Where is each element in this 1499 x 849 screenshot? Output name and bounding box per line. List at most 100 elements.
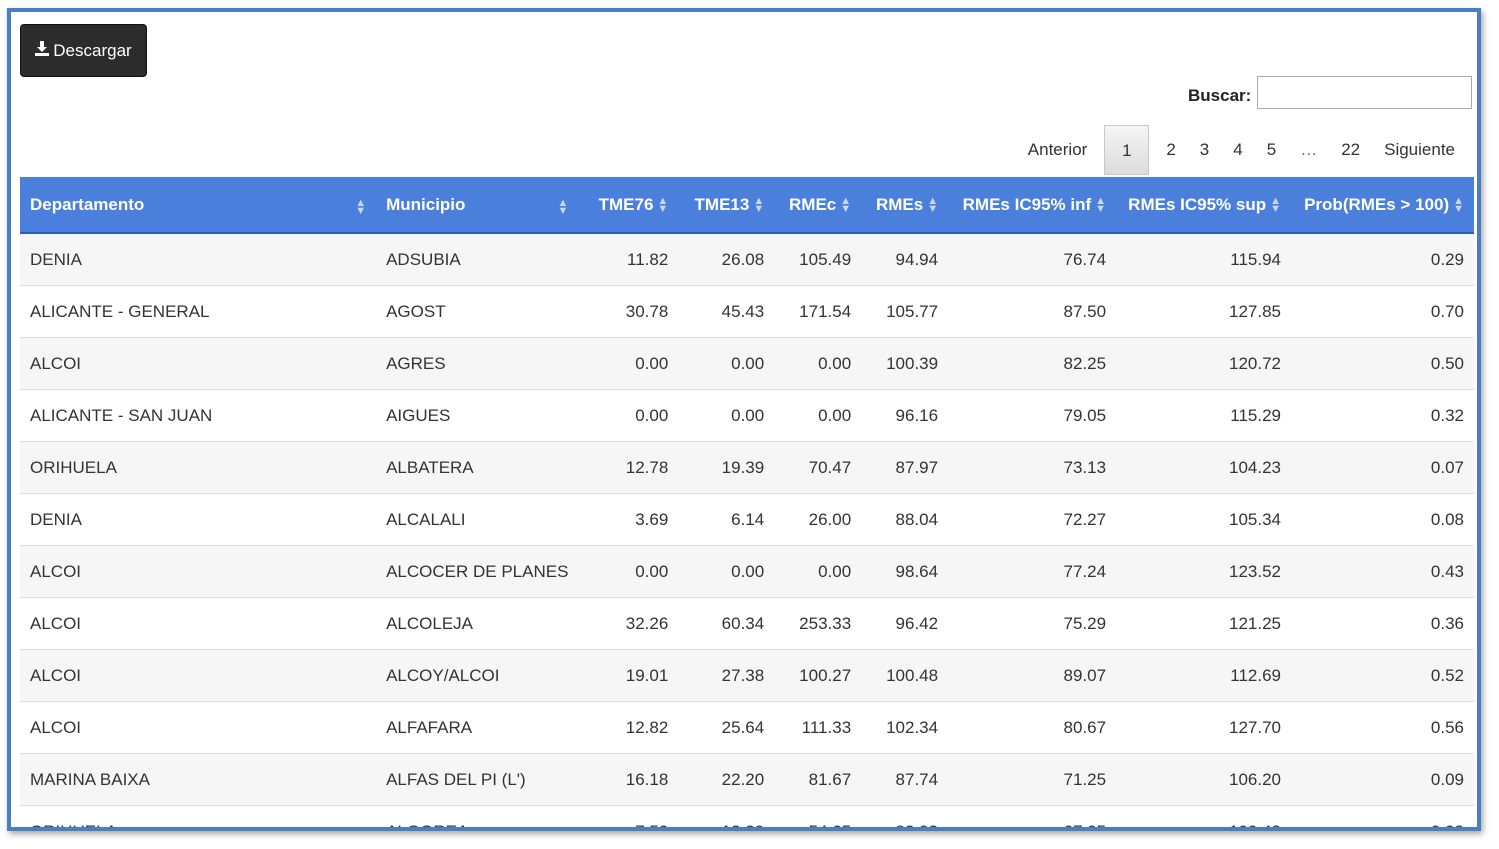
cell-prob-rmes: 0.29 xyxy=(1291,232,1474,286)
table-row: ALCOI ALCOCER DE PLANES 0.00 0.00 0.00 98.64 7… xyxy=(20,545,1474,598)
cell-prob-rmes: 0.07 xyxy=(1291,441,1474,494)
cell-tme13: 60.34 xyxy=(678,597,775,650)
cell-departamento: ALCOI xyxy=(20,545,377,598)
table-row: ORIHUELA ALGOREA 7.50 13.29 54.65 82.93 67.05 1… xyxy=(20,805,1474,827)
sort-icon: ▲ ▼ xyxy=(927,195,939,216)
cell-rmes-ic95-inf: 80.67 xyxy=(948,701,1117,754)
results-table: Departamento ▲ ▼ Municipio ▲ ▼ TME76 ▲ ▼ TME13 ▲ ▼ R… xyxy=(20,177,1474,827)
table-header-row: Departamento ▲ ▼ Municipio ▲ ▼ TME76 ▲ ▼ TME13 ▲ ▼ R… xyxy=(20,177,1474,234)
cell-tme13: 13.29 xyxy=(678,805,775,827)
cell-municipio: ALGOREA xyxy=(376,805,579,827)
cell-tme13: 0.00 xyxy=(678,545,775,598)
cell-municipio: ALCOCER DE PLANES xyxy=(376,545,579,598)
column-header-label: Departamento xyxy=(30,194,145,214)
cell-tme76: 11.82 xyxy=(578,232,679,286)
table-row: ALICANTE - SAN JUAN AIGUES 0.00 0.00 0.00 96.… xyxy=(20,389,1474,442)
column-header-departamento[interactable]: Departamento ▲ ▼ xyxy=(20,177,377,234)
cell-rmes-ic95-sup: 123.52 xyxy=(1116,545,1291,598)
cell-tme13: 45.43 xyxy=(678,285,775,338)
column-header-rmes-ic95-sup[interactable]: RMEs IC95% sup ▲ ▼ xyxy=(1116,177,1291,234)
cell-prob-rmes: 0.70 xyxy=(1291,285,1474,338)
cell-prob-rmes: 0.56 xyxy=(1291,701,1474,754)
cell-tme13: 6.14 xyxy=(678,493,775,546)
cell-tme76: 3.69 xyxy=(578,493,679,546)
cell-tme76: 32.26 xyxy=(578,597,679,650)
cell-municipio: ADSUBIA xyxy=(376,232,579,286)
cell-tme76: 16.18 xyxy=(578,753,679,806)
sort-icon: ▲ ▼ xyxy=(355,197,367,217)
table-row: DENIA ALCALALI 3.69 6.14 26.00 88.04 72.27 105.… xyxy=(20,493,1474,546)
cell-rmes-ic95-sup: 120.72 xyxy=(1116,337,1291,390)
cell-departamento: ALCOI xyxy=(20,337,377,390)
sort-icon: ▲ ▼ xyxy=(753,195,765,216)
cell-tme76: 12.78 xyxy=(578,441,679,494)
cell-rmec: 253.33 xyxy=(774,597,862,650)
cell-rmes-ic95-inf: 71.25 xyxy=(948,753,1117,806)
column-header-tme76[interactable]: TME76 ▲ ▼ xyxy=(578,177,679,234)
cell-rmec: 0.00 xyxy=(774,337,862,390)
column-header-municipio[interactable]: Municipio ▲ ▼ xyxy=(376,177,579,234)
cell-prob-rmes: 0.52 xyxy=(1291,649,1474,702)
cell-municipio: AIGUES xyxy=(376,389,579,442)
column-header-tme13[interactable]: TME13 ▲ ▼ xyxy=(678,177,775,234)
pagination-page-4[interactable]: 4 xyxy=(1221,125,1254,175)
column-header-label: Prob(RMEs > 100) xyxy=(1304,194,1450,214)
column-header-rmes-ic95-inf[interactable]: RMEs IC95% inf ▲ ▼ xyxy=(948,177,1117,234)
pagination-page-2[interactable]: 2 xyxy=(1154,125,1187,175)
column-header-label: RMEs IC95% sup xyxy=(1128,194,1267,214)
cell-tme76: 12.82 xyxy=(578,701,679,754)
cell-rmes: 94.94 xyxy=(861,232,949,286)
app-frame: Descargar Buscar: Anterior 1 2 3 4 5 … 2… xyxy=(7,8,1481,831)
cell-prob-rmes: 0.36 xyxy=(1291,597,1474,650)
cell-municipio: ALFAS DEL PI (L') xyxy=(376,753,579,806)
search-input[interactable] xyxy=(1257,76,1472,109)
cell-departamento: ALICANTE - SAN JUAN xyxy=(20,389,377,442)
cell-rmec: 0.00 xyxy=(774,545,862,598)
cell-prob-rmes: 0.09 xyxy=(1291,753,1474,806)
column-header-prob-rmes[interactable]: Prob(RMEs > 100) ▲ ▼ xyxy=(1291,177,1474,234)
column-header-rmes[interactable]: RMEs ▲ ▼ xyxy=(861,177,949,234)
cell-tme13: 27.38 xyxy=(678,649,775,702)
cell-rmes-ic95-inf: 76.74 xyxy=(948,232,1117,286)
cell-rmec: 105.49 xyxy=(774,232,862,286)
cell-tme76: 19.01 xyxy=(578,649,679,702)
cell-rmes-ic95-sup: 106.20 xyxy=(1116,753,1291,806)
pagination-page-1[interactable]: 1 xyxy=(1104,125,1150,175)
column-header-label: RMEc xyxy=(789,194,837,214)
table-row: MARINA BAIXA ALFAS DEL PI (L') 16.18 22.20 8… xyxy=(20,753,1474,806)
cell-departamento: ALCOI xyxy=(20,701,377,754)
cell-municipio: ALCALALI xyxy=(376,493,579,546)
cell-departamento: ORIHUELA xyxy=(20,805,377,827)
cell-tme13: 19.39 xyxy=(678,441,775,494)
sort-icon: ▲ ▼ xyxy=(657,195,669,216)
cell-rmes-ic95-inf: 75.29 xyxy=(948,597,1117,650)
pagination-next[interactable]: Siguiente xyxy=(1372,125,1467,175)
cell-rmes: 98.64 xyxy=(861,545,949,598)
cell-rmes-ic95-inf: 87.50 xyxy=(948,285,1117,338)
download-button[interactable]: Descargar xyxy=(20,24,147,77)
cell-rmes-ic95-sup: 121.25 xyxy=(1116,597,1291,650)
cell-rmes: 100.39 xyxy=(861,337,949,390)
pagination-page-3[interactable]: 3 xyxy=(1188,125,1221,175)
cell-rmes-ic95-sup: 100.43 xyxy=(1116,805,1291,827)
cell-rmes-ic95-sup: 127.85 xyxy=(1116,285,1291,338)
cell-rmes: 102.34 xyxy=(861,701,949,754)
cell-rmes: 87.74 xyxy=(861,753,949,806)
cell-tme76: 0.00 xyxy=(578,545,679,598)
cell-prob-rmes: 0.08 xyxy=(1291,493,1474,546)
cell-rmes-ic95-inf: 79.05 xyxy=(948,389,1117,442)
pagination-page-5[interactable]: 5 xyxy=(1255,125,1288,175)
cell-departamento: DENIA xyxy=(20,232,377,286)
cell-rmec: 70.47 xyxy=(774,441,862,494)
cell-departamento: DENIA xyxy=(20,493,377,546)
cell-tme76: 0.00 xyxy=(578,337,679,390)
cell-rmes: 88.04 xyxy=(861,493,949,546)
pagination-previous[interactable]: Anterior xyxy=(1016,125,1100,175)
table-row: ALICANTE - GENERAL AGOST 30.78 45.43 171.54 1… xyxy=(20,285,1474,338)
cell-tme13: 22.20 xyxy=(678,753,775,806)
table-row: ALCOI ALFAFARA 12.82 25.64 111.33 102.34 80.67… xyxy=(20,701,1474,754)
table-row: DENIA ADSUBIA 11.82 26.08 105.49 94.94 76.74 11… xyxy=(20,232,1474,286)
column-header-rmec[interactable]: RMEc ▲ ▼ xyxy=(774,177,862,234)
pagination-page-last[interactable]: 22 xyxy=(1329,125,1372,175)
cell-municipio: ALCOY/ALCOI xyxy=(376,649,579,702)
